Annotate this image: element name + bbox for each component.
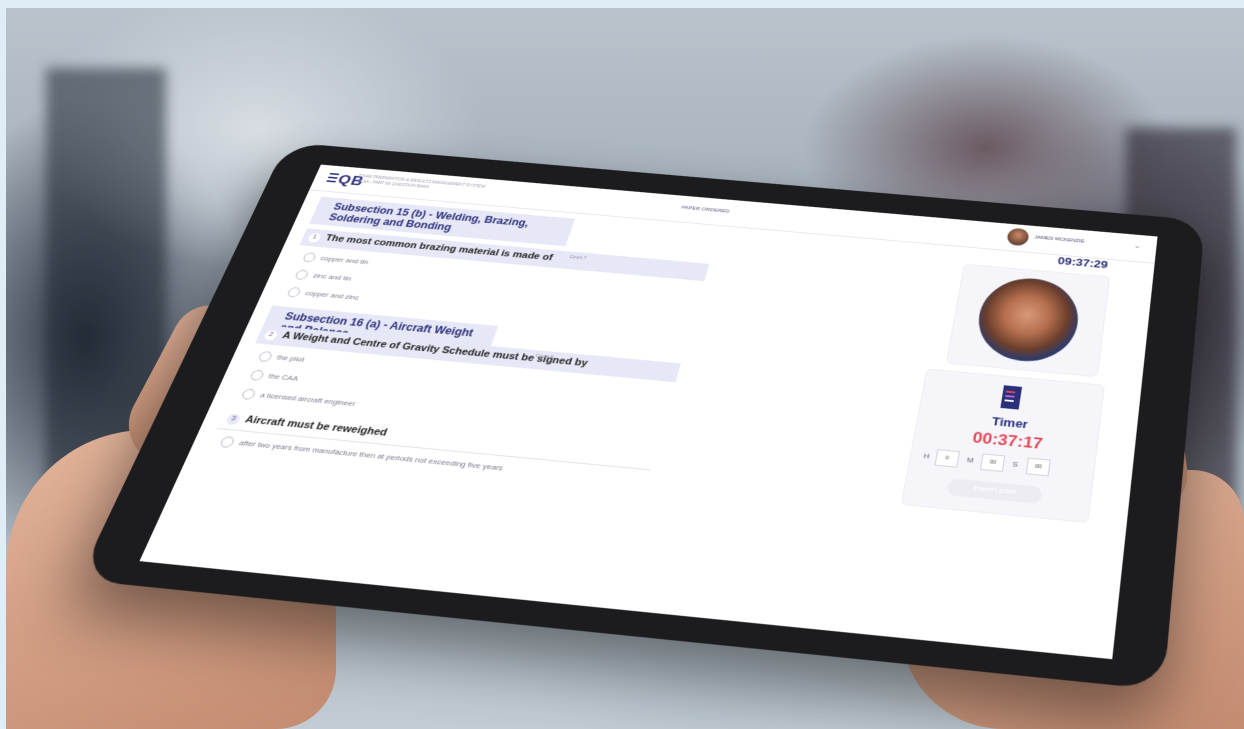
profile-card (945, 263, 1111, 378)
answer-radio[interactable] (240, 388, 257, 401)
seconds-input[interactable]: 00 (1025, 457, 1051, 477)
question-number: 3 (224, 413, 242, 426)
answer-radio[interactable] (248, 369, 266, 381)
timer-label: Timer (990, 414, 1029, 432)
profile-photo (972, 274, 1083, 366)
answer-option[interactable]: the CAA (267, 372, 299, 382)
tablet-wrapper: QB EXAM PREPARATION & RESULTS MANAGEMENT… (0, 0, 1244, 729)
answer-option[interactable]: a licensed aircraft engineer (259, 391, 357, 408)
tablet-device: QB EXAM PREPARATION & RESULTS MANAGEMENT… (78, 142, 1206, 691)
start-stop-button[interactable]: START / STOP (946, 478, 1043, 504)
hours-label: H (922, 451, 931, 461)
answer-option[interactable]: copper and tin (319, 255, 369, 266)
timer-icon (1000, 385, 1023, 410)
answer-radio[interactable] (257, 350, 274, 363)
user-avatar[interactable] (1006, 227, 1030, 247)
answer-radio[interactable] (301, 252, 318, 263)
timer-card: Timer 00:37:17 H 0 M 30 S 00 START / STO… (900, 368, 1105, 523)
paper-status-label: PAPER ORDERED (680, 205, 730, 215)
app-screen: QB EXAM PREPARATION & RESULTS MANAGEMENT… (139, 164, 1158, 660)
minutes-label: M (966, 455, 975, 465)
answer-radio[interactable] (286, 286, 302, 298)
answer-radio[interactable] (218, 436, 236, 449)
app-subtitle: EXAM PREPARATION & RESULTS MANAGEMENT SY… (355, 174, 487, 195)
answer-option[interactable]: zinc and tin (312, 272, 353, 283)
minutes-input[interactable]: 30 (979, 453, 1006, 473)
hours-input[interactable]: 0 (934, 449, 960, 468)
answer-option[interactable]: copper and zinc (304, 289, 361, 301)
user-name[interactable]: JAMES MCKENZIE (1034, 235, 1085, 244)
seconds-label: S (1011, 459, 1019, 469)
timer-value: 00:37:17 (971, 428, 1044, 453)
chevron-down-icon[interactable]: ⌄ (1133, 241, 1142, 250)
question-text: Aircraft must be reweighed (243, 414, 389, 439)
answer-option[interactable]: the pilot (275, 353, 305, 363)
answer-radio[interactable] (294, 269, 310, 281)
